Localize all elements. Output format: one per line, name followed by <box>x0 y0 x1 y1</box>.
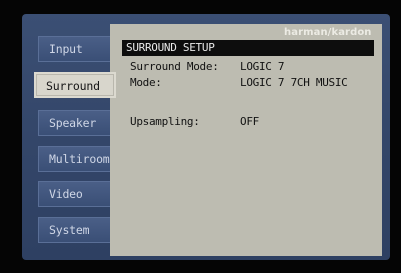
tv-screen: Input Surround Speaker Multiroom Video S… <box>0 0 401 273</box>
settings-panel <box>110 24 382 256</box>
setting-label: Mode: <box>130 76 162 89</box>
tab-system[interactable]: System <box>38 217 120 243</box>
brand-logo: harman/kardon <box>284 27 372 38</box>
tab-label: Input <box>49 42 83 56</box>
tab-surround[interactable]: Surround <box>34 72 116 98</box>
tab-speaker[interactable]: Speaker <box>38 110 120 136</box>
tab-label: Speaker <box>49 116 97 130</box>
setting-value: OFF <box>240 115 259 128</box>
setting-label: Surround Mode: <box>130 60 219 73</box>
tab-input[interactable]: Input <box>38 36 120 62</box>
tab-video[interactable]: Video <box>38 181 120 207</box>
panel-title-bar[interactable]: SURROUND SETUP <box>122 40 374 56</box>
setting-value: LOGIC 7 <box>240 60 285 73</box>
panel-title: SURROUND SETUP <box>126 41 215 54</box>
tab-multiroom[interactable]: Multiroom <box>38 146 120 172</box>
tab-label: Video <box>49 187 83 201</box>
tab-label: System <box>49 223 90 237</box>
tab-label: Surround <box>46 79 100 93</box>
setting-value: LOGIC 7 7CH MUSIC <box>240 76 348 89</box>
tab-label: Multiroom <box>49 152 110 166</box>
setting-label: Upsampling: <box>130 115 200 128</box>
